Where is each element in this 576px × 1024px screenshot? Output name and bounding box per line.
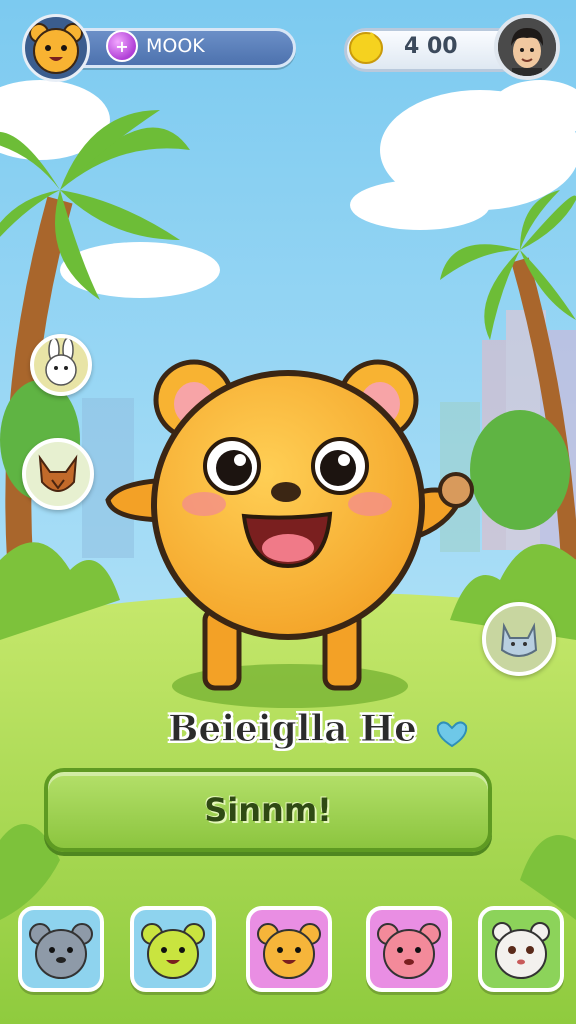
tray-slot-pink-bear[interactable] — [366, 906, 452, 992]
side-pet-cat[interactable] — [482, 602, 556, 676]
player-avatar[interactable] — [494, 14, 560, 80]
tray-slot-orange-bear[interactable] — [246, 906, 332, 992]
cat-icon — [500, 622, 538, 657]
gray-bear-icon — [29, 923, 93, 979]
profile-bear-avatar[interactable] — [22, 14, 90, 82]
gem-icon[interactable]: + — [106, 30, 138, 62]
bunny-icon — [45, 338, 77, 386]
character-name: Beieiglla He — [168, 708, 418, 751]
shield-heart-icon[interactable] — [432, 712, 472, 752]
green-bear-icon — [141, 923, 205, 979]
tray-slot-white-bunny[interactable] — [478, 906, 564, 992]
side-pet-fox[interactable] — [22, 438, 94, 510]
white-bunny-icon — [492, 922, 550, 979]
game-background — [0, 0, 576, 1024]
person-face-icon — [498, 18, 556, 76]
coin-icon — [346, 26, 386, 66]
coins-count: 4 00 — [404, 34, 458, 59]
gem-glyph: + — [115, 36, 129, 56]
fox-icon — [38, 454, 78, 492]
tray-slot-gray-bear[interactable] — [18, 906, 104, 992]
tray-slot-green-bear[interactable] — [130, 906, 216, 992]
summon-button[interactable]: Sinnm! — [44, 768, 492, 852]
currency-label: MOOK — [146, 35, 205, 57]
side-pet-bunny[interactable] — [30, 334, 92, 396]
pink-bear-icon — [377, 923, 441, 979]
summon-button-label: Sinnm! — [204, 791, 332, 829]
orange-bear-icon — [257, 923, 321, 979]
bear-face-icon — [29, 23, 83, 74]
